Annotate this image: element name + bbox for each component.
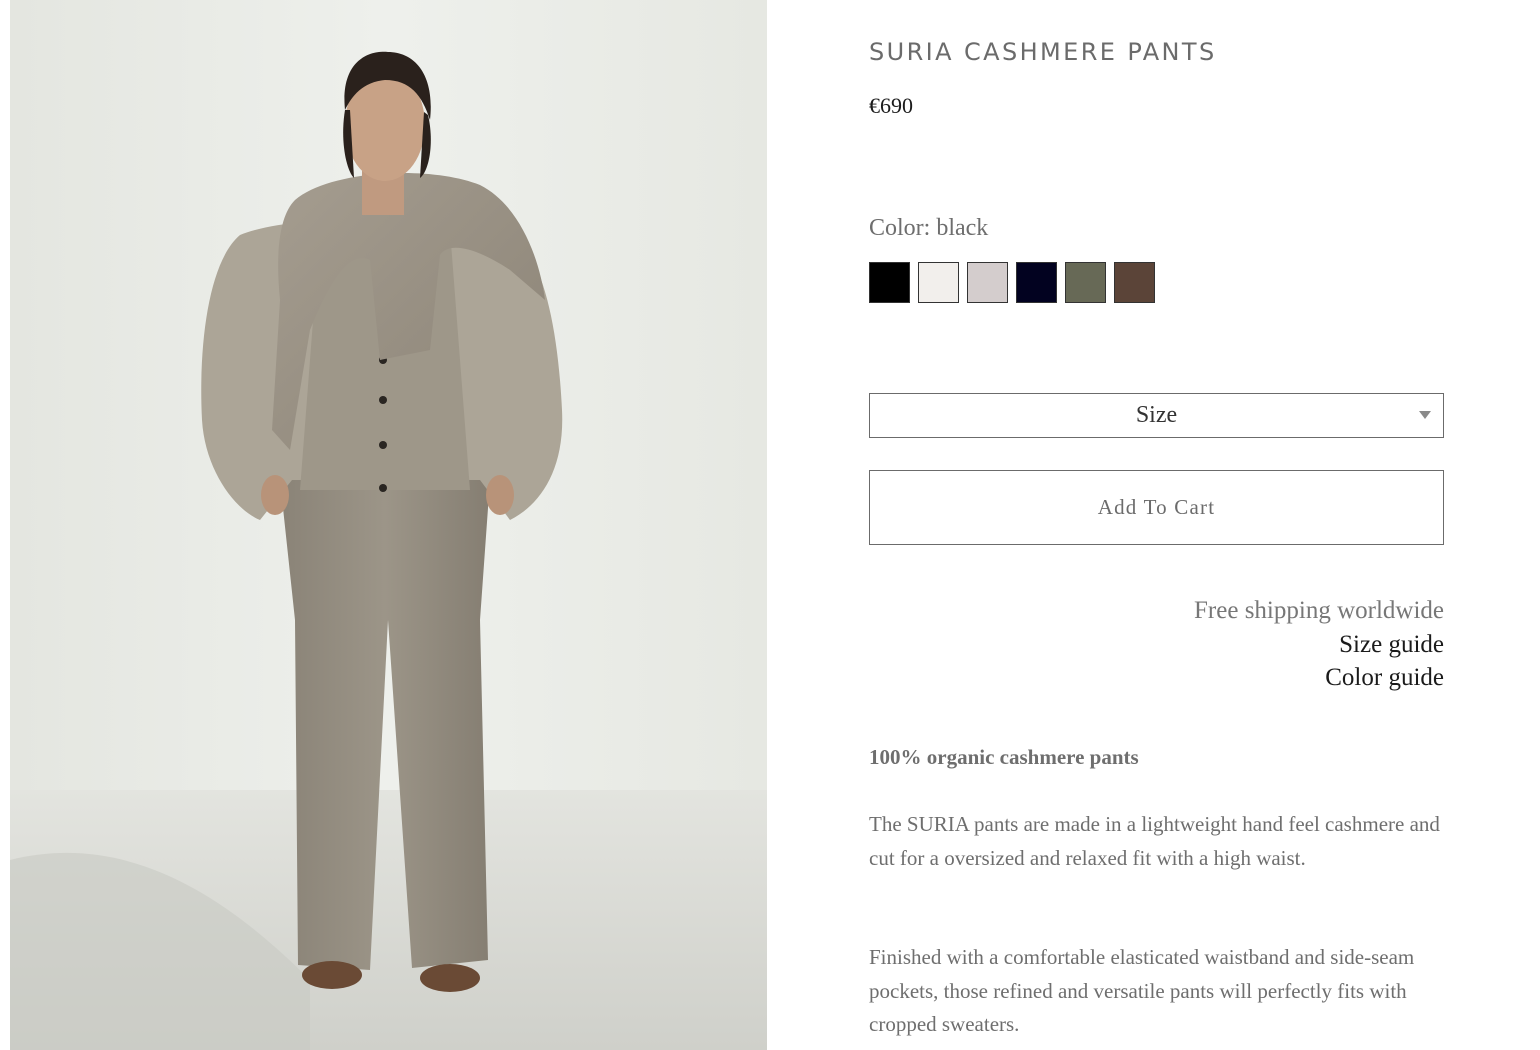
- description-paragraph-2: Finished with a comfortable elasticated …: [869, 945, 1415, 1036]
- product-image[interactable]: [10, 0, 767, 1050]
- description-paragraph-1: The SURIA pants are made in a lightweigh…: [869, 812, 1440, 870]
- swatch-brown[interactable]: [1114, 262, 1155, 303]
- product-details: SURIA CASHMERE PANTS €690 Color: black S…: [869, 0, 1444, 1050]
- color-label: Color: black: [869, 215, 989, 241]
- product-price: €690: [869, 93, 913, 118]
- product-title: SURIA CASHMERE PANTS: [869, 38, 1217, 66]
- swatch-ivory[interactable]: [918, 262, 959, 303]
- description-heading: 100% organic cashmere pants: [869, 745, 1139, 769]
- free-shipping-text: Free shipping worldwide: [1194, 597, 1444, 624]
- color-swatches: [869, 262, 1155, 303]
- add-to-cart-button[interactable]: Add To Cart: [869, 470, 1444, 545]
- size-select-label: Size: [1135, 402, 1178, 428]
- swatch-navy[interactable]: [1016, 262, 1057, 303]
- swatch-olive[interactable]: [1065, 262, 1106, 303]
- swatch-black[interactable]: [869, 262, 910, 303]
- size-guide-link[interactable]: Size guide: [1194, 628, 1444, 662]
- chevron-down-icon: [1419, 411, 1431, 419]
- info-links: Free shipping worldwide Size guide Color…: [1194, 594, 1444, 695]
- color-guide-link[interactable]: Color guide: [1194, 661, 1444, 695]
- swatch-light-grey[interactable]: [967, 262, 1008, 303]
- size-select[interactable]: Size: [869, 393, 1444, 438]
- product-photo: [10, 0, 767, 1050]
